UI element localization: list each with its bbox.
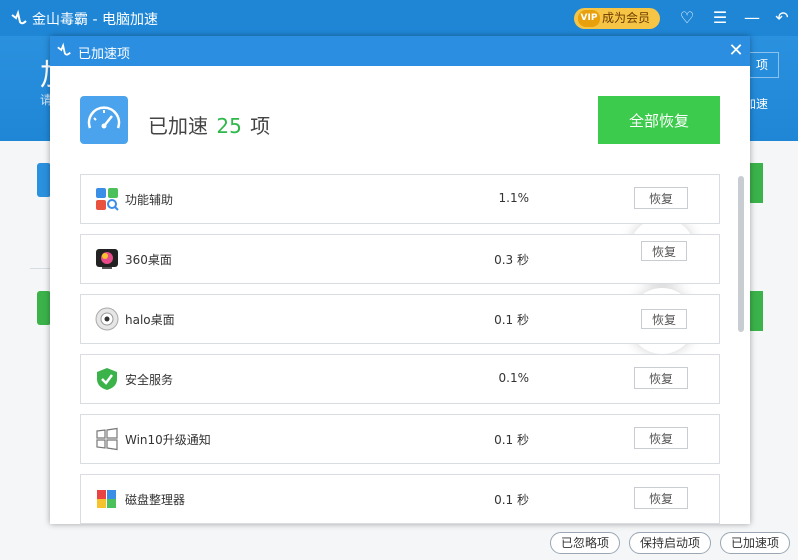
list-item: 安全服务 0.1% 恢复 <box>80 354 720 404</box>
restore-button[interactable]: 恢复 <box>634 487 688 509</box>
summary-prefix: 已加速 <box>148 114 208 138</box>
list-item: 功能辅助 1.1% 恢复 <box>80 174 720 224</box>
accelerated-items-dialog: 已加速项 ✕ 已加速 25 项 全部恢复 功能辅助 1.1% 恢复 360桌面 … <box>50 36 750 524</box>
menu-icon[interactable]: ☰ <box>710 8 730 28</box>
item-value: 0.1 秒 <box>494 433 529 447</box>
item-value: 0.1% <box>498 371 530 385</box>
minimize-icon[interactable]: — <box>742 8 762 28</box>
side-tile-icon <box>37 163 51 197</box>
item-name: 安全服务 <box>125 373 174 387</box>
restore-button[interactable]: 恢复 <box>641 241 687 261</box>
become-member-button[interactable]: VIP 成为会员 <box>574 8 660 29</box>
item-name: 360桌面 <box>125 253 172 267</box>
accelerated-summary: 已加速 25 项 <box>148 110 270 139</box>
speedometer-icon <box>80 96 128 144</box>
duba-logo-icon <box>57 42 71 56</box>
dialog-title: 已加速项 <box>78 47 131 62</box>
halo-desktop-icon <box>95 307 119 331</box>
item-name: 磁盘整理器 <box>125 493 186 507</box>
restore-button[interactable]: 恢复 <box>634 187 688 209</box>
list-scrollbar[interactable] <box>738 176 744 332</box>
dialog-titlebar: 已加速项 ✕ <box>50 36 750 66</box>
close-icon[interactable]: ✕ <box>726 41 746 61</box>
desktop-360-icon <box>96 249 118 269</box>
restore-button[interactable]: 恢复 <box>634 427 688 449</box>
keep-startup-button[interactable]: 保持启动项 <box>629 532 711 554</box>
heart-icon[interactable]: ♡ <box>677 8 697 28</box>
item-value: 0.3 秒 <box>494 253 529 267</box>
list-item: halo桌面 0.1 秒 恢复 <box>80 294 720 344</box>
item-name: halo桌面 <box>125 313 175 327</box>
restore-button[interactable]: 恢复 <box>634 367 688 389</box>
accelerated-count: 25 <box>216 114 242 138</box>
summary-suffix: 项 <box>250 114 271 138</box>
restore-all-button[interactable]: 全部恢复 <box>598 96 720 144</box>
vip-label: 成为会员 <box>602 11 651 25</box>
list-item: 磁盘整理器 0.1 秒 恢复 <box>80 474 720 524</box>
restore-button[interactable]: 恢复 <box>641 309 687 329</box>
windows-icon <box>96 427 118 451</box>
feature-assist-icon <box>96 188 119 211</box>
header-button[interactable]: 项 <box>745 52 779 78</box>
app-titlebar: 金山毒霸 - 电脑加速 VIP 成为会员 ♡ ☰ — ↶ <box>0 0 798 36</box>
back-icon[interactable]: ↶ <box>772 8 792 28</box>
side-green-button[interactable] <box>749 291 763 331</box>
ignored-items-button[interactable]: 已忽略项 <box>550 532 620 554</box>
side-tile-icon <box>37 291 51 325</box>
list-item: Win10升级通知 0.1 秒 恢复 <box>80 414 720 464</box>
app-title: 金山毒霸 - 电脑加速 <box>32 12 158 28</box>
divider <box>30 268 52 269</box>
duba-logo-icon <box>11 9 27 25</box>
accelerated-items-button[interactable]: 已加速项 <box>720 532 790 554</box>
item-value: 0.1 秒 <box>494 493 529 507</box>
item-name: Win10升级通知 <box>125 433 211 447</box>
item-value: 0.1 秒 <box>494 313 529 327</box>
item-value: 1.1% <box>498 191 530 205</box>
security-shield-icon <box>97 368 117 390</box>
list-item: 360桌面 0.3 秒 恢复 <box>80 234 720 284</box>
vip-badge: VIP <box>578 10 600 27</box>
item-name: 功能辅助 <box>125 193 174 207</box>
side-green-button[interactable] <box>749 163 763 203</box>
disk-defrag-icon <box>97 490 116 508</box>
